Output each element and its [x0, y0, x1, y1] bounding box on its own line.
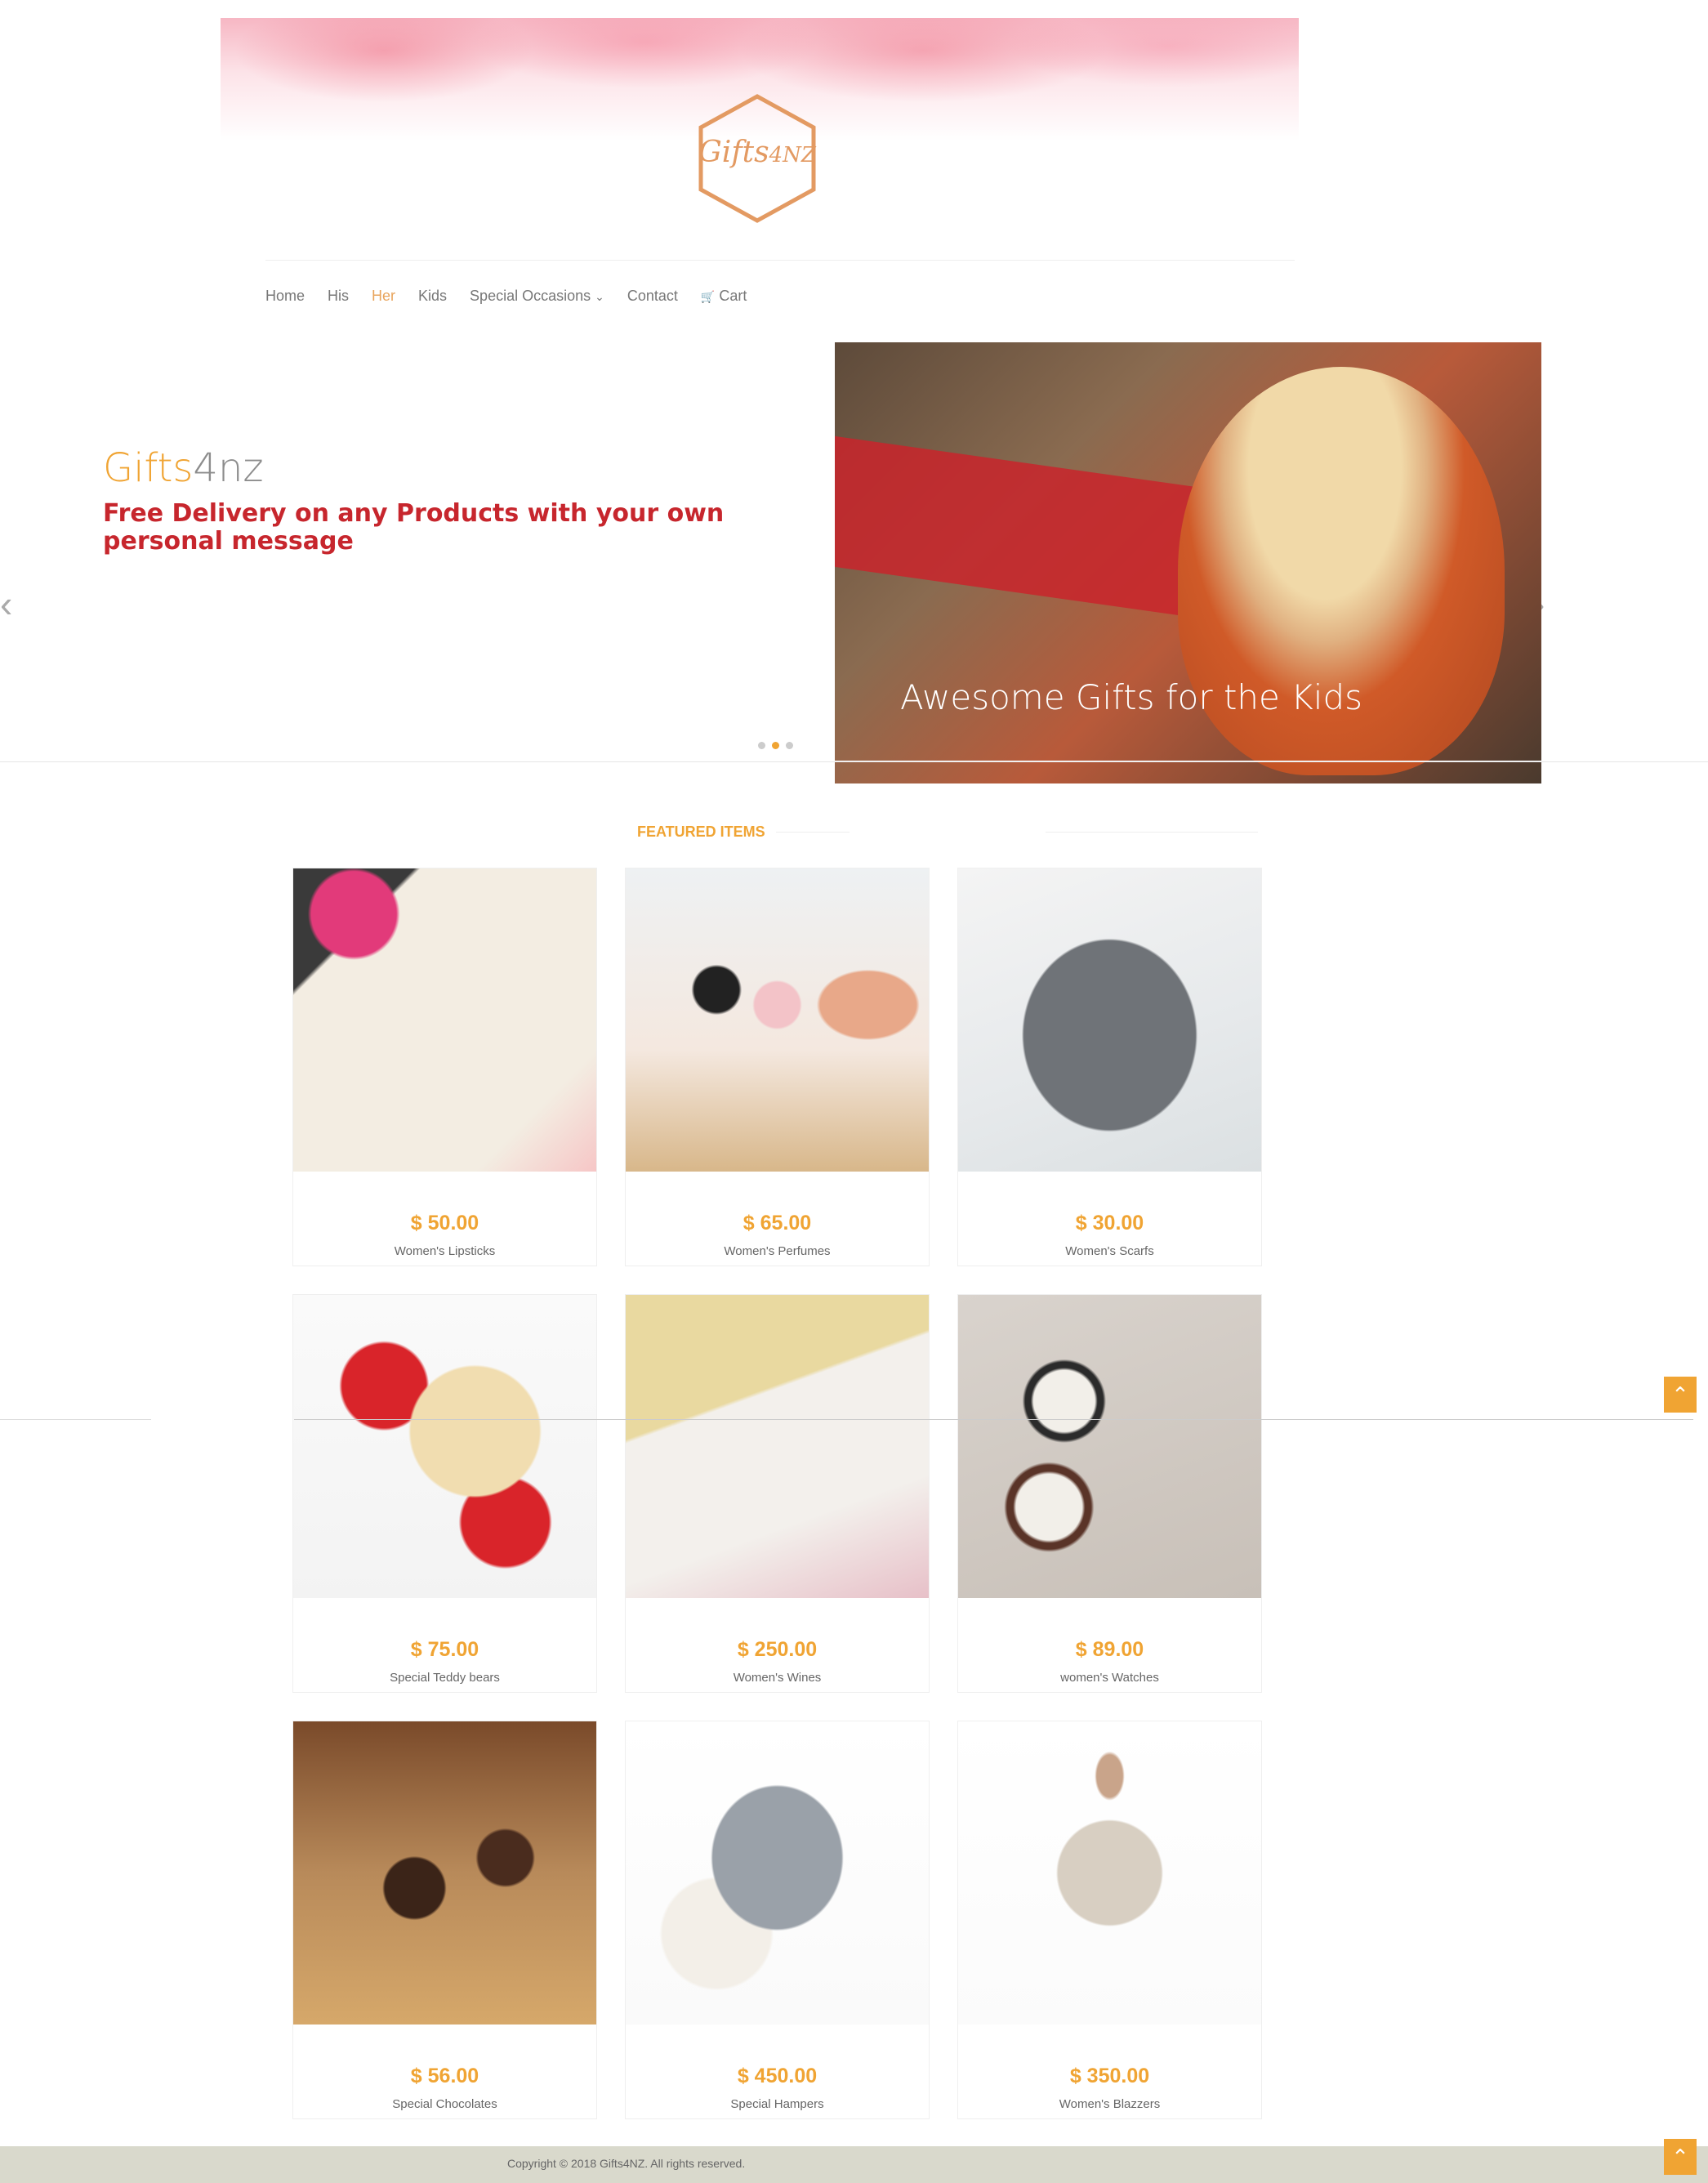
main-nav: Home His Her Kids Special Occasions ⌄ Co… [265, 288, 769, 312]
chevron-down-icon: ⌄ [595, 290, 604, 303]
product-name[interactable]: Women's Blazzers [958, 2097, 1261, 2111]
slider-divider [0, 761, 1708, 762]
product-card[interactable]: $ 30.00 Women's Scarfs [957, 868, 1262, 1266]
featured-title: FEATURED ITEMS [637, 824, 765, 840]
product-card[interactable]: $ 75.00 Special Teddy bears [292, 1294, 597, 1693]
nav-her[interactable]: Her [372, 288, 395, 312]
brand-part1: Gifts [103, 445, 194, 491]
slider-dots [758, 742, 793, 749]
product-image[interactable] [626, 1721, 929, 2025]
section-divider [0, 1419, 151, 1420]
product-name[interactable]: Special Hampers [626, 2097, 929, 2111]
nav-special-occasions-label: Special Occasions [470, 288, 591, 304]
product-price: $ 50.00 [410, 1212, 479, 1234]
product-card[interactable]: $ 56.00 Special Chocolates [292, 1721, 597, 2119]
scroll-to-top-button[interactable]: ⌃ [1664, 1377, 1697, 1413]
slider-brand: Gifts4nz [103, 445, 264, 491]
product-image[interactable] [958, 1295, 1261, 1598]
footer-copyright: Copyright © 2018 Gifts4NZ. All rights re… [507, 2157, 746, 2170]
product-image[interactable] [626, 1295, 929, 1598]
product-image[interactable] [958, 1721, 1261, 2025]
product-price: $ 450.00 [737, 2065, 818, 2087]
slider-image: Awesome Gifts for the Kids [835, 342, 1541, 783]
product-image[interactable] [293, 1721, 596, 2025]
product-image[interactable] [958, 868, 1261, 1172]
slider-prev-arrow[interactable]: ‹ [0, 582, 12, 626]
product-price: $ 65.00 [743, 1212, 812, 1234]
product-card[interactable]: $ 450.00 Special Hampers [625, 1721, 930, 2119]
slider-dot-2[interactable] [772, 742, 779, 749]
slider-dot-1[interactable] [758, 742, 765, 749]
nav-special-occasions[interactable]: Special Occasions ⌄ [470, 288, 604, 312]
product-price: $ 350.00 [1069, 2065, 1150, 2087]
product-price: $ 250.00 [737, 1638, 818, 1661]
product-name[interactable]: Women's Lipsticks [293, 1244, 596, 1258]
product-image[interactable] [293, 1295, 596, 1598]
cart-icon: 🛒 [700, 290, 716, 303]
slider-tagline: Free Delivery on any Products with your … [103, 499, 725, 556]
product-name[interactable]: Special Teddy bears [293, 1671, 596, 1685]
featured-title-rule-right [1046, 832, 1258, 833]
chevron-up-icon: ⌃ [1671, 1382, 1689, 1407]
product-card[interactable]: $ 65.00 Women's Perfumes [625, 868, 930, 1266]
nav-contact[interactable]: Contact [627, 288, 678, 312]
product-image[interactable] [626, 868, 929, 1172]
product-name[interactable]: Women's Perfumes [626, 1244, 929, 1258]
product-image[interactable] [293, 868, 596, 1172]
product-card[interactable]: $ 50.00 Women's Lipsticks [292, 868, 597, 1266]
site-logo[interactable]: Gifts4NZ [696, 93, 818, 224]
product-name[interactable]: Women's Scarfs [958, 1244, 1261, 1258]
nav-cart[interactable]: 🛒 Cart [701, 288, 747, 312]
footer [0, 2146, 1708, 2183]
product-card[interactable]: $ 350.00 Women's Blazzers [957, 1721, 1262, 2119]
slider-dot-3[interactable] [786, 742, 793, 749]
product-name[interactable]: Special Chocolates [293, 2097, 596, 2111]
chevron-up-icon: ⌃ [1671, 2145, 1689, 2169]
nav-home[interactable]: Home [265, 288, 305, 312]
section-divider [294, 1419, 1693, 1420]
nav-kids[interactable]: Kids [418, 288, 447, 312]
product-name[interactable]: Women's Wines [626, 1671, 929, 1685]
logo-text: Gifts4NZ [698, 136, 816, 169]
product-name[interactable]: women's Watches [958, 1671, 1261, 1685]
nav-his[interactable]: His [328, 288, 349, 312]
product-card[interactable]: $ 89.00 women's Watches [957, 1294, 1262, 1693]
header-divider [265, 260, 1295, 261]
featured-title-rule-left [776, 832, 850, 833]
product-card[interactable]: $ 250.00 Women's Wines [625, 1294, 930, 1693]
slide-caption: Awesome Gifts for the Kids [900, 677, 1362, 717]
product-price: $ 89.00 [1075, 1638, 1144, 1661]
scroll-to-top-button[interactable]: ⌃ [1664, 2139, 1697, 2175]
product-price: $ 56.00 [410, 2065, 479, 2087]
nav-cart-label: Cart [719, 288, 747, 304]
product-price: $ 75.00 [410, 1638, 479, 1661]
product-price: $ 30.00 [1075, 1212, 1144, 1234]
brand-part2: 4nz [193, 445, 264, 491]
